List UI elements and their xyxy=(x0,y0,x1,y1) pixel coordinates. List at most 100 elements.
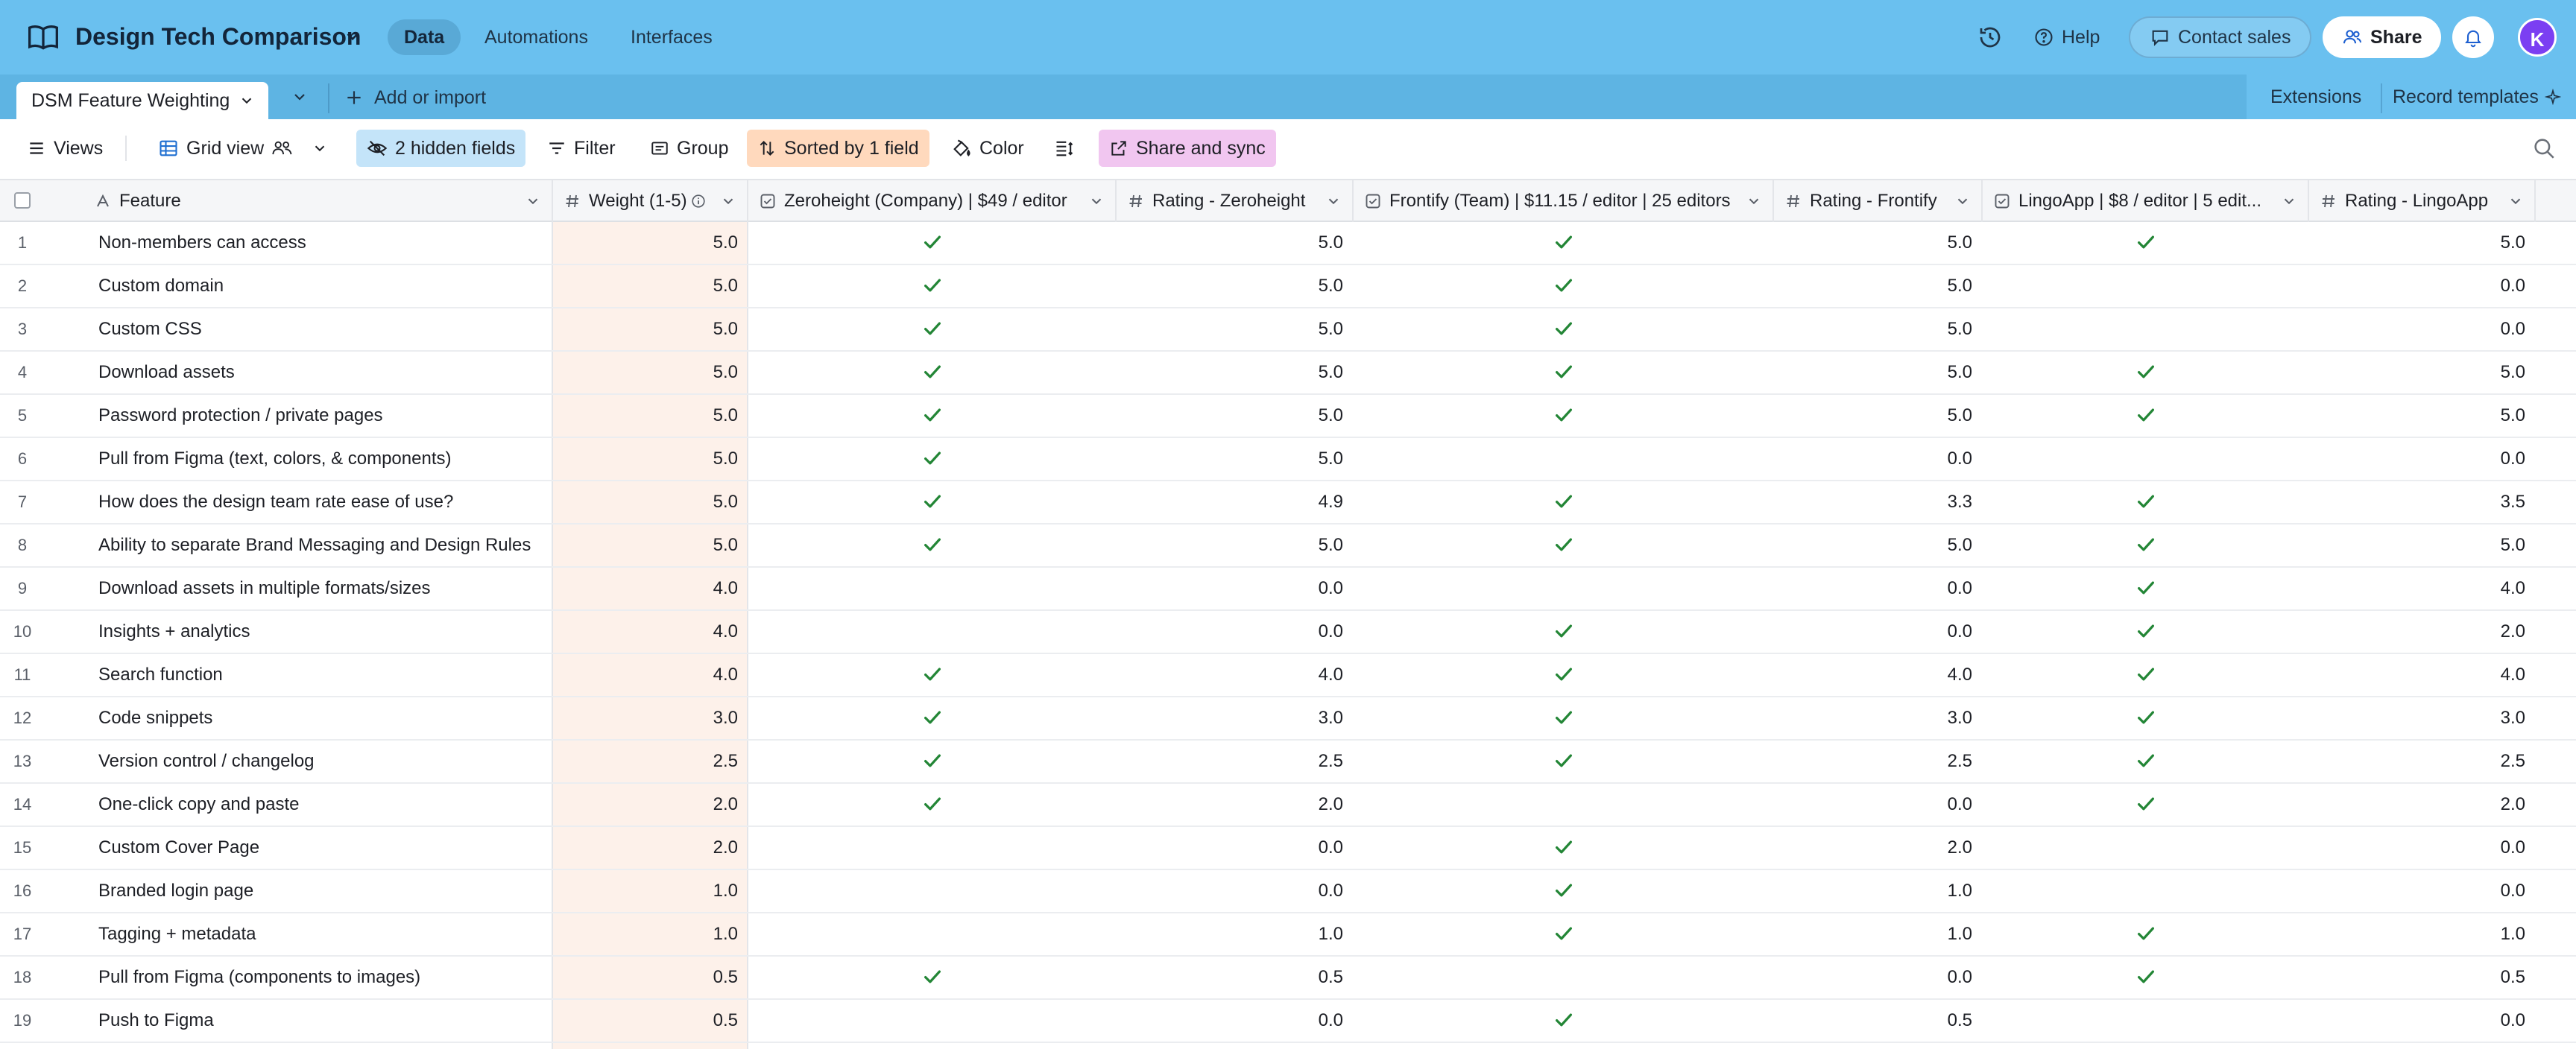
column-header[interactable]: Zeroheight (Company) | $49 / editor xyxy=(748,180,1117,222)
rating-cell[interactable]: 0.0 xyxy=(1117,1000,1354,1042)
rating-cell[interactable]: 5.0 xyxy=(1117,395,1354,437)
rating-cell[interactable]: 3.0 xyxy=(1117,697,1354,739)
avatar[interactable]: K xyxy=(2518,18,2557,57)
table-row[interactable]: 7 How does the design team rate ease of u… xyxy=(0,481,2576,524)
rating-cell[interactable]: 2.5 xyxy=(1117,741,1354,782)
checkbox-cell[interactable] xyxy=(1983,352,2309,393)
checkbox-cell[interactable] xyxy=(1354,957,1774,998)
weight-cell[interactable]: 3.0 xyxy=(553,697,748,739)
checkbox-cell[interactable] xyxy=(1983,222,2309,264)
weight-cell[interactable]: 1.0 xyxy=(553,913,748,955)
hidden-fields-button[interactable]: 2 hidden fields xyxy=(356,130,526,167)
rating-cell[interactable]: 5.0 xyxy=(2309,524,2536,566)
chevron-down-icon[interactable] xyxy=(343,27,362,46)
checkbox-cell[interactable] xyxy=(1983,438,2309,480)
feature-cell[interactable]: Custom Cover Page xyxy=(98,827,553,869)
search-icon[interactable] xyxy=(2531,136,2557,161)
checkbox-cell[interactable] xyxy=(1983,654,2309,696)
base-title[interactable]: Design Tech Comparison xyxy=(75,19,361,54)
feature-cell[interactable]: Non-members can access xyxy=(98,222,553,264)
checkbox-cell[interactable] xyxy=(1983,957,2309,998)
checkbox-cell[interactable] xyxy=(1354,913,1774,955)
weight-cell[interactable]: 5.0 xyxy=(553,308,748,350)
weight-cell[interactable]: 2.0 xyxy=(553,827,748,869)
table-row[interactable]: 1 Non-members can access 5.0 5.0 5.0 5.0 xyxy=(0,222,2576,265)
weight-cell[interactable]: 5.0 xyxy=(553,265,748,307)
checkbox-cell[interactable] xyxy=(748,265,1117,307)
table-row[interactable]: 12 Code snippets 3.0 3.0 3.0 3.0 xyxy=(0,697,2576,741)
checkbox-cell[interactable] xyxy=(1354,568,1774,609)
column-header[interactable]: Rating - Frontify xyxy=(1774,180,1983,222)
chevron-down-icon[interactable] xyxy=(239,92,255,109)
rating-cell[interactable]: 2.5 xyxy=(1774,741,1983,782)
rating-cell[interactable]: 0.0 xyxy=(1774,957,1983,998)
weight-cell[interactable]: 5.0 xyxy=(553,395,748,437)
checkbox-cell[interactable] xyxy=(748,913,1117,955)
rating-cell[interactable]: 5.0 xyxy=(1774,352,1983,393)
filter-button[interactable]: Filter xyxy=(537,130,626,167)
feature-cell[interactable]: Tagging + metadata xyxy=(98,913,553,955)
checkbox-cell[interactable] xyxy=(1983,568,2309,609)
rating-cell[interactable]: 2.0 xyxy=(2309,784,2536,825)
extensions-button[interactable]: Extensions xyxy=(2270,75,2361,119)
checkbox-cell[interactable] xyxy=(1983,1000,2309,1042)
weight-cell[interactable]: 0.5 xyxy=(553,957,748,998)
table-row[interactable]: 13 Version control / changelog 2.5 2.5 2.5 2.… xyxy=(0,741,2576,784)
table-row[interactable]: 2 Custom domain 5.0 5.0 5.0 0.0 xyxy=(0,265,2576,308)
help-button[interactable]: Help xyxy=(2033,19,2100,55)
feature-cell[interactable]: Search function xyxy=(98,654,553,696)
table-row[interactable]: 16 Branded login page 1.0 0.0 1.0 0.0 xyxy=(0,870,2576,913)
feature-cell[interactable]: Password protection / private pages xyxy=(98,395,553,437)
rating-cell[interactable]: 0.5 xyxy=(1774,1000,1983,1042)
rating-cell[interactable]: 0.0 xyxy=(2309,870,2536,912)
rating-cell[interactable]: 5.0 xyxy=(1117,438,1354,480)
notifications-button[interactable] xyxy=(2452,16,2494,58)
add-or-import-button[interactable]: Add or import xyxy=(344,79,486,116)
tab-interfaces[interactable]: Interfaces xyxy=(614,19,729,55)
tab-automations[interactable]: Automations xyxy=(468,19,604,55)
rating-cell[interactable]: 4.0 xyxy=(1774,654,1983,696)
checkbox-cell[interactable] xyxy=(748,438,1117,480)
feature-cell[interactable]: Version control / changelog xyxy=(98,741,553,782)
feature-cell[interactable]: Custom CSS xyxy=(98,308,553,350)
rating-cell[interactable]: 0.0 xyxy=(2309,438,2536,480)
rating-cell[interactable]: 0.0 xyxy=(2309,827,2536,869)
table-row[interactable]: 9 Download assets in multiple formats/siz… xyxy=(0,568,2576,611)
rating-cell[interactable]: 0.5 xyxy=(1117,957,1354,998)
rating-cell[interactable]: 3.5 xyxy=(2309,481,2536,523)
checkbox-cell[interactable] xyxy=(1983,784,2309,825)
weight-cell[interactable]: 0.5 xyxy=(553,1000,748,1042)
feature-cell[interactable]: How does the design team rate ease of us… xyxy=(98,481,553,523)
table-row[interactable]: 15 Custom Cover Page 2.0 0.0 2.0 0.0 xyxy=(0,827,2576,870)
table-row[interactable]: 10 Insights + analytics 4.0 0.0 0.0 2.0 xyxy=(0,611,2576,654)
checkbox-cell[interactable] xyxy=(1983,395,2309,437)
weight-cell[interactable]: 2.0 xyxy=(553,784,748,825)
history-icon[interactable] xyxy=(1977,24,2004,51)
feature-cell[interactable]: Download assets xyxy=(98,352,553,393)
feature-cell[interactable]: Custom domain xyxy=(98,265,553,307)
chevron-down-icon[interactable] xyxy=(291,88,309,106)
checkbox-cell[interactable] xyxy=(748,870,1117,912)
rating-cell[interactable]: 2.5 xyxy=(2309,741,2536,782)
rating-cell[interactable]: 2.0 xyxy=(1117,784,1354,825)
select-all-checkbox[interactable] xyxy=(14,192,31,209)
row-height-button[interactable] xyxy=(1044,130,1085,167)
feature-cell[interactable]: Pull from Figma (components to images) xyxy=(98,957,553,998)
table-row[interactable]: 6 Pull from Figma (text, colors, & compon… xyxy=(0,438,2576,481)
column-header[interactable]: LingoApp | $8 / editor | 5 edit... xyxy=(1983,180,2309,222)
rating-cell[interactable]: 2.0 xyxy=(1774,827,1983,869)
checkbox-cell[interactable] xyxy=(748,481,1117,523)
rating-cell[interactable]: 1.0 xyxy=(2309,913,2536,955)
checkbox-cell[interactable] xyxy=(748,827,1117,869)
table-row[interactable]: 14 One-click copy and paste 2.0 2.0 0.0 2.0 xyxy=(0,784,2576,827)
checkbox-cell[interactable] xyxy=(748,697,1117,739)
rating-cell[interactable]: 0.0 xyxy=(1117,827,1354,869)
rating-cell[interactable]: 5.0 xyxy=(1117,308,1354,350)
checkbox-cell[interactable] xyxy=(1354,265,1774,307)
rating-cell[interactable]: 5.0 xyxy=(1774,308,1983,350)
rating-cell[interactable]: 3.0 xyxy=(1774,697,1983,739)
checkbox-cell[interactable] xyxy=(1983,870,2309,912)
checkbox-cell[interactable] xyxy=(1354,438,1774,480)
grid-view-switcher[interactable]: Grid view xyxy=(148,130,338,167)
checkbox-cell[interactable] xyxy=(748,1000,1117,1042)
